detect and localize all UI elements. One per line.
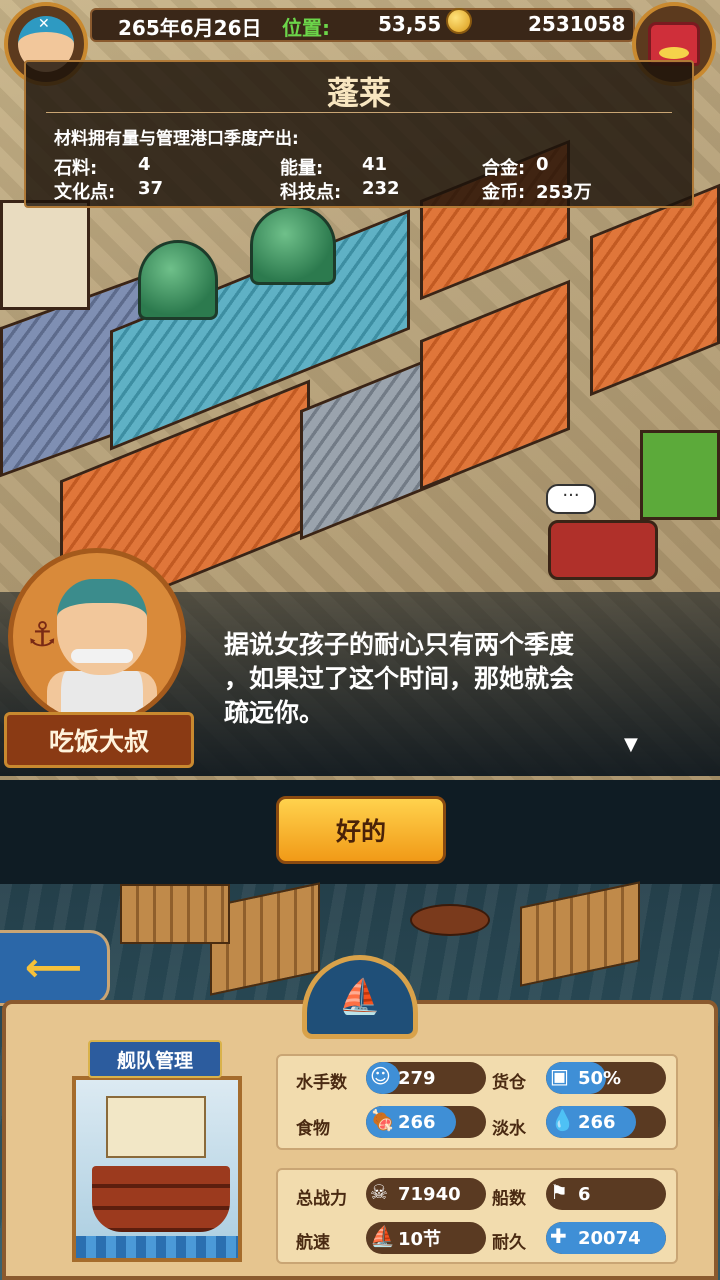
back-arrow-icon: ⟵	[24, 945, 83, 991]
power-label: 总战力	[296, 1189, 347, 1209]
food-label: 食物	[296, 1119, 330, 1139]
dialog-text: 据说女孩子的耐心只有两个季度 ，如果过了这个时间，那她就会 疏远你。	[224, 628, 694, 730]
skull-icon: ☠	[370, 1180, 388, 1204]
speed-label: 航速	[296, 1233, 330, 1253]
speed-stat: ⛵ 10节	[366, 1222, 486, 1254]
stone-label: 石料:	[54, 158, 98, 179]
power-stat: ☠ 71940	[366, 1178, 486, 1210]
port-info-panel: 蓬莱 材料拥有量与管理港口季度产出: 石料: 4 能量: 41 合金: 0 文化…	[24, 60, 694, 208]
sailors-label: 水手数	[296, 1073, 347, 1093]
boot-icon: ⚑	[550, 1180, 568, 1204]
durability-label: 耐久	[492, 1233, 526, 1253]
cargo-value: 50%	[578, 1067, 622, 1089]
tech-value: 232	[362, 178, 400, 199]
gold-amount: 2531058	[528, 12, 626, 36]
cargo-stat: ▣ 50%	[546, 1062, 666, 1094]
alloy-value: 0	[536, 154, 549, 175]
position-value: 53,55	[378, 12, 442, 36]
culture-value: 37	[138, 178, 164, 199]
tech-label: 科技点:	[280, 182, 342, 203]
anchor-tattoo-icon: ⚓	[27, 615, 58, 655]
water-stat: 💧 266	[546, 1106, 666, 1138]
npc-portrait: ⚓	[8, 548, 186, 726]
water-value: 266	[578, 1111, 616, 1133]
speaker-name: 吃饭大叔	[4, 712, 194, 768]
ship-preview[interactable]	[72, 1076, 242, 1262]
sailor-icon: ☺	[370, 1064, 391, 1088]
ship-icon: ⛵	[370, 1224, 395, 1248]
food-stat: 🍖 266	[366, 1106, 486, 1138]
position-label: 位置:	[282, 16, 330, 40]
energy-label: 能量:	[280, 158, 324, 179]
confirm-button[interactable]: 好的	[276, 796, 446, 864]
dialog-line: 疏远你。	[224, 698, 325, 727]
dialog-line: 据说女孩子的耐心只有两个季度	[224, 630, 575, 659]
speed-value: 10节	[398, 1229, 442, 1250]
building	[0, 200, 90, 310]
game-date: 265年6月26日	[118, 16, 262, 40]
dock	[520, 881, 640, 987]
building	[590, 183, 720, 397]
building	[420, 279, 570, 491]
durability-value: 20074	[578, 1227, 641, 1249]
energy-value: 41	[362, 154, 388, 175]
meat-icon: 🍖	[370, 1108, 395, 1132]
divider	[46, 112, 672, 113]
speech-bubble-icon: ···	[546, 484, 596, 514]
market-stall	[640, 430, 720, 520]
ship-hull	[92, 1166, 230, 1232]
ships-value: 6	[578, 1183, 591, 1205]
ships-stat: ⚑ 6	[546, 1178, 666, 1210]
dock	[120, 884, 230, 944]
coins-label: 金币:	[482, 182, 526, 203]
continue-arrow-icon[interactable]: ▼	[624, 734, 638, 755]
npc-mustache	[71, 649, 133, 663]
port-name: 蓬莱	[326, 74, 391, 112]
ship-icon: ⛵	[338, 977, 382, 1017]
sailors-value: 279	[398, 1067, 436, 1089]
waves	[76, 1236, 238, 1258]
coin-icon	[446, 8, 472, 34]
repair-icon: ✚	[550, 1224, 567, 1248]
water-label: 淡水	[492, 1119, 526, 1139]
water-icon: 💧	[550, 1108, 575, 1132]
dialog-line: ，如果过了这个时间，那她就会	[224, 664, 575, 693]
power-value: 71940	[398, 1183, 461, 1205]
sailors-stat: ☺ 279	[366, 1062, 486, 1094]
crate-icon: ▣	[550, 1064, 569, 1088]
back-button[interactable]: ⟵	[0, 930, 110, 1006]
cargo-label: 货仓	[492, 1073, 526, 1093]
rowboat	[410, 904, 490, 936]
dome	[138, 240, 218, 320]
dome	[250, 205, 336, 285]
culture-label: 文化点:	[54, 182, 116, 203]
durability-stat: ✚ 20074	[546, 1222, 666, 1254]
food-value: 266	[398, 1111, 436, 1133]
fleet-management-tab[interactable]: 舰队管理	[88, 1040, 222, 1078]
carriage	[548, 520, 658, 580]
alloy-label: 合金:	[482, 158, 526, 179]
stone-value: 4	[138, 154, 151, 175]
port-subtitle: 材料拥有量与管理港口季度产出:	[54, 129, 299, 149]
coins-value: 253万	[536, 182, 592, 203]
ships-label: 船数	[492, 1189, 526, 1209]
ship-sail	[106, 1096, 206, 1158]
